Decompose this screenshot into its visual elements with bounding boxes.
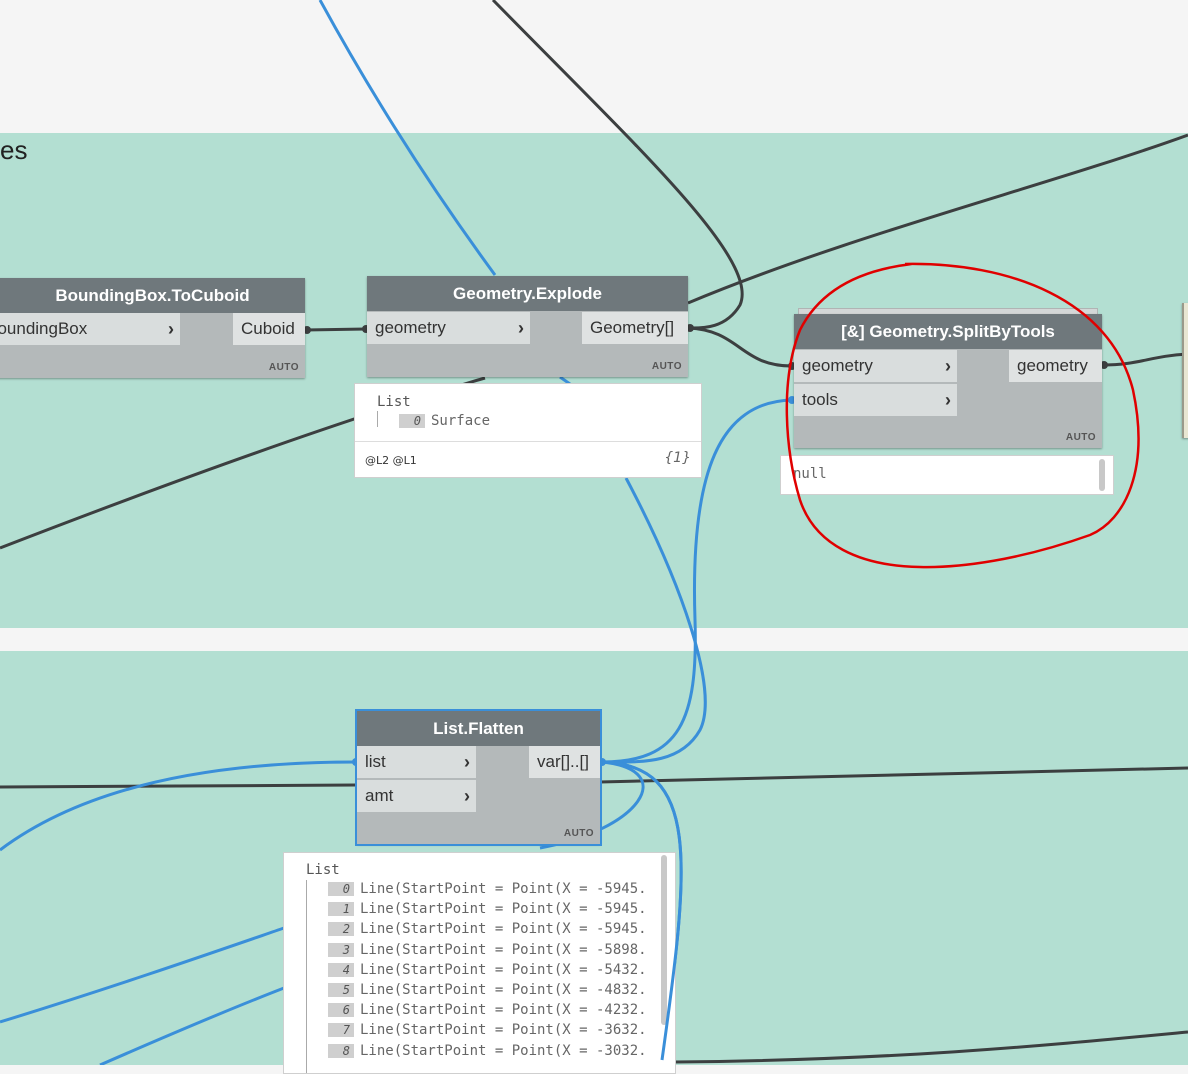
node-list-flatten[interactable]: List.Flatten list › amt › var[]..[] AUTO <box>355 709 602 846</box>
wire <box>304 327 367 332</box>
preview-list-item: 0 Surface <box>399 413 490 429</box>
preview-count: {1} <box>664 450 691 466</box>
preview-explode[interactable]: List 0 Surface @L2 @L1 {1} <box>354 383 702 478</box>
wire <box>601 477 707 764</box>
port-label: tools <box>802 390 838 409</box>
port-label: geometry <box>1017 356 1088 375</box>
preview-list-item: 3 Line(StartPoint = Point(X = -5898. <box>328 942 647 958</box>
preview-divider <box>355 441 701 442</box>
chevron-right-icon: › <box>945 356 951 376</box>
lacing-label: AUTO <box>563 828 594 839</box>
node-title: Geometry.Explode <box>367 276 688 311</box>
wire <box>318 0 497 276</box>
node-title: List.Flatten <box>357 711 600 746</box>
input-port-boundingbox[interactable]: boundingBox › <box>0 313 180 345</box>
input-port-tools[interactable]: tools › <box>794 384 957 416</box>
port-label: var[]..[] <box>537 752 589 771</box>
preview-scrollbar[interactable] <box>1099 459 1105 491</box>
preview-list-header: List <box>306 862 340 878</box>
port-label: Cuboid <box>241 319 295 338</box>
node-geometry-splitbytools[interactable]: [&] Geometry.SplitByTools geometry › too… <box>794 314 1102 448</box>
chevron-right-icon: › <box>168 319 174 339</box>
port-label: Geometry[] <box>590 318 675 337</box>
preview-list-item: 1 Line(StartPoint = Point(X = -5945. <box>328 901 647 917</box>
port-label: list <box>365 752 386 771</box>
wire <box>0 760 357 852</box>
node-geometry-explode[interactable]: Geometry.Explode geometry › Geometry[] A… <box>367 276 688 377</box>
preview-scrollbar[interactable] <box>661 855 667 1025</box>
node-title: BoundingBox.ToCuboid <box>0 278 305 313</box>
port-label: amt <box>365 786 394 805</box>
preview-list-item: 8 Line(StartPoint = Point(X = -3032. <box>328 1043 647 1059</box>
port-label: geometry <box>375 318 446 337</box>
wire <box>687 133 1188 305</box>
lacing-label: AUTO <box>651 361 682 372</box>
output-port-var[interactable]: var[]..[] <box>529 746 600 778</box>
port-label: geometry <box>802 356 873 375</box>
input-port-list[interactable]: list › <box>357 746 476 778</box>
input-port-geometry[interactable]: geometry › <box>367 312 530 344</box>
wire <box>99 986 285 1065</box>
node-offscreen-right[interactable] <box>1182 303 1188 438</box>
output-port-geometry[interactable]: geometry <box>1009 350 1102 382</box>
tree-line <box>306 880 307 1073</box>
output-port-geometry-list[interactable]: Geometry[] <box>582 312 688 344</box>
port-label: boundingBox <box>0 319 88 338</box>
output-port-cuboid[interactable]: Cuboid <box>233 313 305 345</box>
wire <box>0 783 357 789</box>
wire <box>674 1030 1188 1064</box>
input-port-geometry[interactable]: geometry › <box>794 350 957 382</box>
wire <box>599 766 1188 784</box>
preview-list-item: 2 Line(StartPoint = Point(X = -5945. <box>328 921 647 937</box>
wire <box>1101 352 1188 367</box>
preview-null-value: null <box>793 466 827 482</box>
tree-line <box>377 411 378 427</box>
node-boundingbox-tocuboid[interactable]: BoundingBox.ToCuboid boundingBox › Cuboi… <box>0 278 305 378</box>
preview-levels: @L2 @L1 <box>365 454 417 467</box>
chevron-right-icon: › <box>945 390 951 410</box>
wire <box>687 326 793 368</box>
preview-list-item: 4 Line(StartPoint = Point(X = -5432. <box>328 962 647 978</box>
chevron-right-icon: › <box>518 318 524 338</box>
preview-flatten[interactable]: List 0 Line(StartPoint = Point(X = -5945.… <box>283 852 676 1074</box>
node-title: [&] Geometry.SplitByTools <box>794 314 1102 349</box>
input-port-amt[interactable]: amt › <box>357 780 476 812</box>
preview-splitbytools[interactable]: null <box>780 455 1114 495</box>
preview-list-header: List <box>377 394 411 410</box>
preview-list-item: 5 Line(StartPoint = Point(X = -4832. <box>328 982 647 998</box>
preview-list-item: 7 Line(StartPoint = Point(X = -3632. <box>328 1022 647 1038</box>
preview-list-item: 6 Line(StartPoint = Point(X = -4232. <box>328 1002 647 1018</box>
chevron-right-icon: › <box>464 786 470 806</box>
chevron-right-icon: › <box>464 752 470 772</box>
lacing-label: AUTO <box>268 362 299 373</box>
lacing-label: AUTO <box>1065 432 1096 443</box>
preview-list-item: 0 Line(StartPoint = Point(X = -5945. <box>328 881 647 897</box>
wire <box>0 926 285 1024</box>
